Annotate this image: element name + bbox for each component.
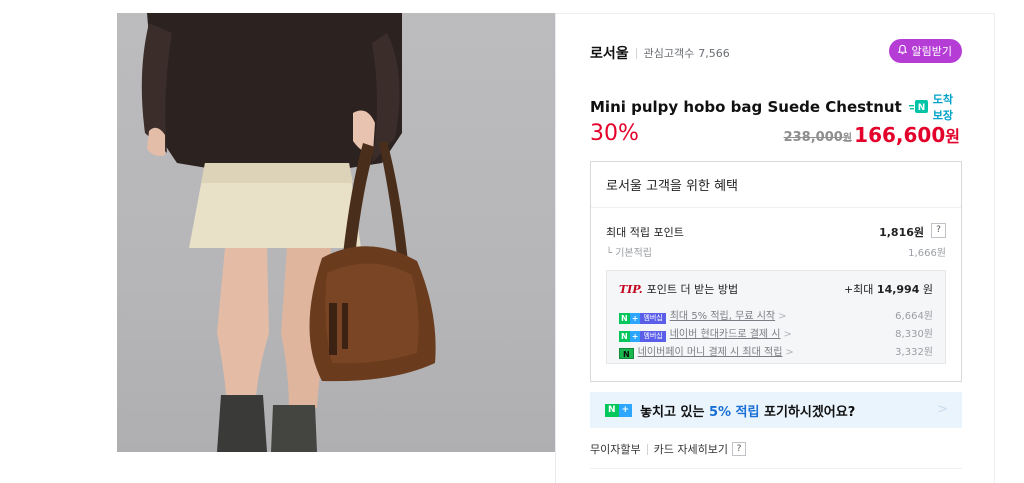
- installment-link[interactable]: 무이자할부: [590, 441, 641, 457]
- tip-item-membership: N + 멤버십 최대 5% 적립, 무료 시작 > 6,664원: [619, 307, 933, 324]
- tip-header: TIP. 포인트 더 받는 방법 +최대 14,994 원: [619, 281, 933, 297]
- product-info-panel: 로서울 관심고객수 7,566 알림받기 Mini pulpy hobo bag…: [590, 13, 962, 483]
- naver-n-icon: N: [619, 313, 630, 324]
- plus-icon: +: [618, 403, 633, 417]
- max-points-value: 1,816원: [879, 226, 924, 239]
- tip-amount: 3,332원: [895, 347, 933, 358]
- card-details-link[interactable]: 카드 자세히보기: [654, 441, 728, 457]
- plus-icon: +: [629, 331, 641, 342]
- tip-max-value: 14,994: [876, 283, 920, 296]
- promo-text-after: 포기하시겠어요?: [759, 404, 856, 420]
- payment-links-row: 무이자할부 카드 자세히보기 ?: [590, 441, 746, 457]
- original-price: 238,000원: [784, 129, 852, 145]
- membership-promo-banner[interactable]: N + 놓치고 있는 5% 적립 포기하시겠어요? >: [590, 392, 962, 428]
- naver-plus-membership-badge: N + 멤버십: [619, 331, 666, 342]
- sale-price-unit: 원: [945, 127, 960, 146]
- tip-amount: 8,330원: [895, 329, 933, 340]
- tip-box: TIP. 포인트 더 받는 방법 +최대 14,994 원 N + 멤버십 최대 5% …: [606, 270, 946, 364]
- guarantee-label: 도착보장: [932, 93, 953, 122]
- membership-tag: 멤버십: [640, 331, 666, 342]
- divider: [646, 443, 648, 455]
- tip-link-membership[interactable]: 최대 5% 적립, 무료 시작: [670, 311, 775, 322]
- alarm-button[interactable]: 알림받기: [888, 39, 962, 63]
- product-photo[interactable]: [117, 13, 555, 452]
- store-name[interactable]: 로서울: [590, 43, 629, 63]
- divider: [590, 468, 962, 469]
- tip-max-unit: 원: [922, 283, 933, 296]
- tip-max-prefix: +최대: [843, 283, 874, 296]
- membership-tag: 멤버십: [640, 313, 666, 324]
- chevron-right-icon: >: [778, 311, 787, 322]
- bell-icon: [897, 44, 908, 58]
- follower-label: 관심고객수: [643, 47, 695, 60]
- product-image-panel: [117, 13, 556, 483]
- basic-points-label: └ 기본적립: [606, 248, 652, 259]
- tip-title: 포인트 더 받는 방법: [646, 283, 739, 296]
- alarm-label: 알림받기: [911, 45, 952, 58]
- product-title: Mini pulpy hobo bag Suede Chestnut: [590, 98, 902, 116]
- original-price-unit: 원: [842, 133, 852, 144]
- tip-link-naverpay-money[interactable]: 네이버페이 머니 결제 시 최대 적립: [638, 347, 783, 358]
- chevron-right-icon: >: [785, 347, 794, 358]
- follower-count: 7,566: [698, 46, 730, 60]
- price-row: 30% 238,000원 166,600원: [590, 121, 962, 151]
- naverpay-badge: N: [619, 348, 634, 359]
- promo-highlight: 5% 적립: [708, 404, 760, 420]
- sale-price: 166,600원: [854, 123, 960, 147]
- basic-points-value: 1,666원: [908, 248, 946, 259]
- arrival-guarantee-badge[interactable]: N 도착보장: [908, 91, 962, 123]
- benefit-box: 로서울 고객을 위한 혜택 최대 적립 포인트 1,816원 ? └ 기본적립 …: [590, 161, 962, 382]
- help-icon[interactable]: ?: [731, 442, 746, 456]
- sale-price-value: 166,600: [854, 123, 946, 147]
- naver-n-icon: N: [619, 331, 630, 342]
- svg-text:N: N: [917, 103, 925, 113]
- tip-item-naverpay-money: N 네이버페이 머니 결제 시 최대 적립 > 3,332원: [619, 343, 933, 359]
- naver-plus-badge: N +: [605, 403, 633, 417]
- naver-n-icon: N: [908, 98, 931, 117]
- plus-icon: +: [629, 313, 641, 324]
- tip-badge: TIP.: [619, 283, 643, 296]
- tip-link-hyundai-card[interactable]: 네이버 현대카드로 결제 시: [670, 329, 781, 340]
- tip-max: +최대 14,994 원: [844, 281, 933, 297]
- tip-item-hyundai-card: N + 멤버십 네이버 현대카드로 결제 시 > 8,330원: [619, 325, 933, 342]
- basic-points-row: └ 기본적립 1,666원: [606, 244, 946, 259]
- store-row: 로서울 관심고객수 7,566 알림받기: [590, 39, 962, 65]
- tip-amount: 6,664원: [895, 311, 933, 322]
- max-points-label: 최대 적립 포인트: [606, 226, 684, 239]
- benefit-heading: 로서울 고객을 위한 혜택: [591, 162, 961, 208]
- chevron-right-icon: >: [783, 329, 792, 340]
- help-icon[interactable]: ?: [931, 223, 946, 238]
- chevron-right-icon: >: [937, 402, 948, 417]
- discount-rate: 30%: [590, 121, 639, 146]
- original-price-value: 238,000: [783, 130, 843, 145]
- promo-text-before: 놓치고 있는: [640, 404, 709, 420]
- divider: [635, 47, 637, 59]
- naver-plus-membership-badge: N + 멤버십: [619, 313, 666, 324]
- naverpay-icon: N: [619, 348, 634, 359]
- promo-text: 놓치고 있는 5% 적립 포기하시겠어요?: [640, 401, 855, 420]
- title-row: Mini pulpy hobo bag Suede Chestnut N 도착보…: [590, 91, 962, 123]
- naver-n-icon: N: [605, 403, 619, 417]
- max-points-row: 최대 적립 포인트 1,816원 ?: [606, 223, 946, 240]
